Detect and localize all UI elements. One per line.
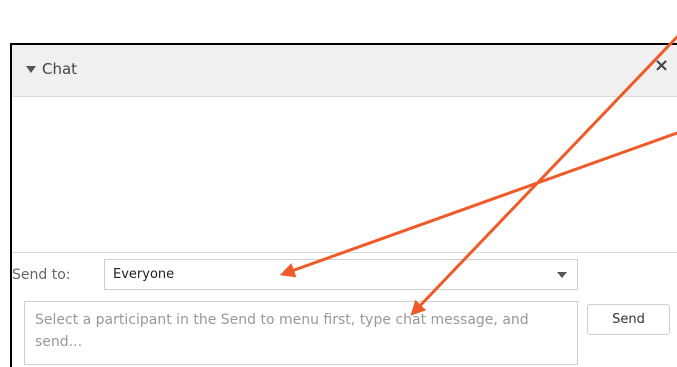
chat-messages-area — [12, 97, 677, 252]
chat-panel: Chat × Send to: Everyone Select a partic… — [10, 43, 677, 367]
send-button[interactable]: Send — [587, 304, 670, 335]
dropdown-arrow-icon — [557, 272, 567, 278]
chat-title: Chat — [42, 60, 78, 78]
recipient-select[interactable]: Everyone — [104, 259, 578, 290]
chat-message-input[interactable]: Select a participant in the Send to menu… — [24, 301, 578, 365]
recipient-selected-value: Everyone — [113, 267, 175, 282]
composer-divider — [12, 252, 677, 253]
screenshot-stage: Chat × Send to: Everyone Select a partic… — [0, 0, 677, 367]
close-icon[interactable]: × — [654, 57, 669, 75]
send-to-label: Send to: — [12, 267, 71, 283]
chat-header[interactable]: Chat × — [12, 45, 677, 97]
collapse-triangle-icon[interactable] — [26, 66, 36, 73]
